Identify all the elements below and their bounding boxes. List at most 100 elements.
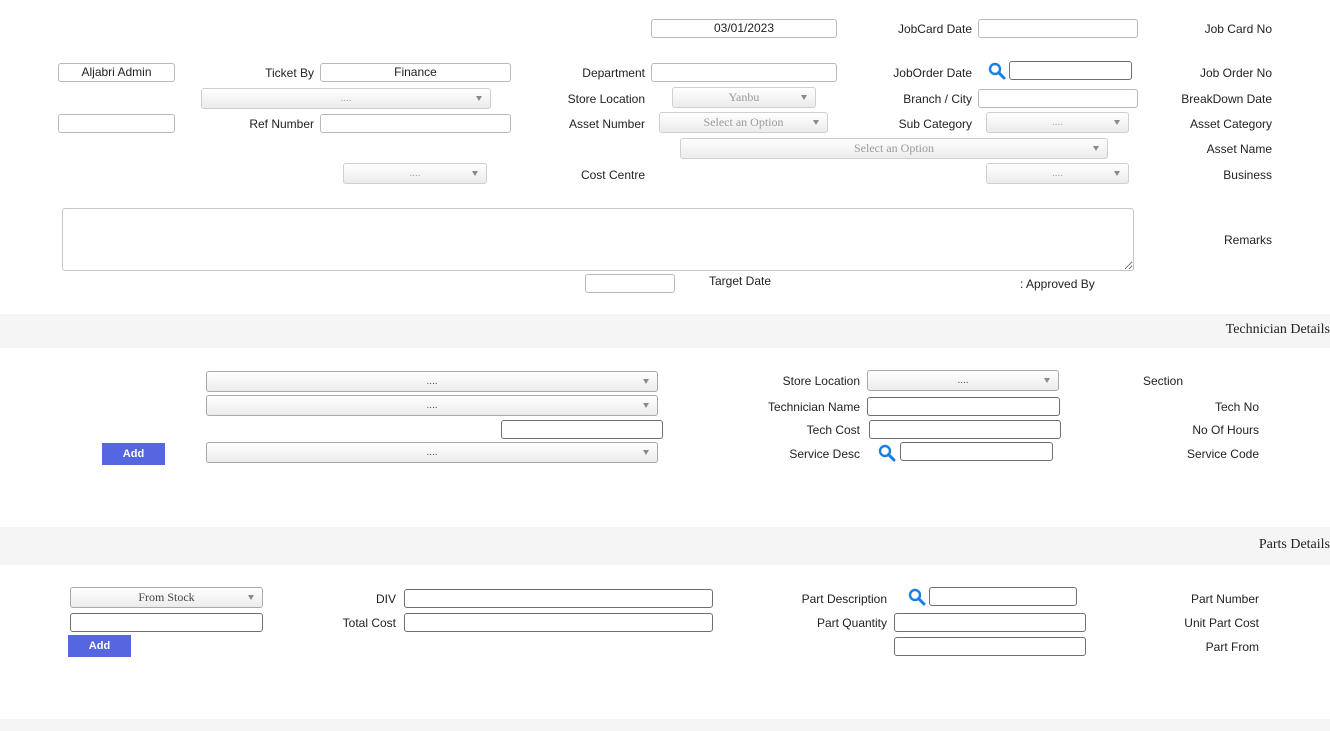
search-icon[interactable]: [908, 588, 926, 606]
asset-name-select[interactable]: Select an Option: [680, 138, 1108, 159]
ref-number-field[interactable]: [58, 114, 175, 133]
job-card-no-field[interactable]: [978, 19, 1138, 38]
branch-city-select[interactable]: Yanbu: [672, 87, 816, 108]
cost-centre-value: ....: [409, 168, 421, 179]
service-desc-label: Service Desc: [789, 447, 860, 461]
service-desc-value: ....: [426, 447, 438, 458]
add-technician-button[interactable]: Add: [102, 443, 165, 465]
chevron-down-icon: [476, 96, 482, 101]
department-label: Department: [582, 66, 645, 80]
technician-name-label: Technician Name: [767, 400, 860, 414]
sub-category-label: Sub Category: [898, 117, 972, 131]
business-select[interactable]: ....: [986, 163, 1129, 184]
sub-category-placeholder: Select an Option: [703, 115, 784, 129]
part-description-field[interactable]: [404, 589, 713, 608]
asset-name-placeholder: Select an Option: [854, 141, 934, 155]
business-value: ....: [1051, 168, 1064, 179]
chevron-down-icon: [643, 379, 649, 384]
target-date-field[interactable]: [585, 274, 675, 293]
chevron-down-icon: [472, 171, 478, 176]
part-from-label: Part From: [1205, 640, 1259, 654]
technician-details-band: Technician Details: [0, 314, 1330, 348]
remarks-textarea[interactable]: [62, 208, 1134, 271]
chevron-down-icon: [643, 403, 649, 408]
business-label: Business: [1223, 168, 1272, 182]
approved-by-label: : Approved By: [1020, 277, 1095, 291]
part-quantity-field[interactable]: [404, 613, 713, 632]
section-select-value: ....: [957, 375, 969, 386]
chevron-down-icon: [643, 450, 649, 455]
chevron-down-icon: [1114, 120, 1120, 125]
job-order-no-label: Job Order No: [1199, 66, 1272, 80]
chevron-down-icon: [813, 120, 819, 125]
chevron-down-icon: [1114, 171, 1120, 176]
branch-city-value: Yanbu: [728, 90, 760, 104]
tech-cost-field[interactable]: [501, 420, 663, 439]
chevron-down-icon: [248, 595, 254, 600]
part-number-label: Part Number: [1190, 592, 1259, 606]
branch-city-label: Branch / City: [903, 92, 972, 106]
ticket-by-field[interactable]: Finance: [320, 63, 511, 82]
department-field[interactable]: [651, 63, 837, 82]
div-label: DIV: [375, 592, 396, 606]
asset-category-value: ....: [1051, 117, 1064, 128]
footer-band: [0, 719, 1330, 731]
part-from-field[interactable]: [894, 637, 1086, 656]
joborder-date-label: JobOrder Date: [893, 66, 972, 80]
total-cost-field[interactable]: [70, 613, 263, 632]
unit-part-cost-field[interactable]: [894, 613, 1086, 632]
store-location-select[interactable]: ....: [201, 88, 491, 109]
tech-store-location-value: ....: [426, 376, 438, 387]
parts-details-title: Parts Details: [1258, 537, 1330, 552]
part-description-label: Part Description: [801, 592, 887, 606]
job-card-no-label: Job Card No: [1204, 22, 1272, 36]
tech-store-location-label: Store Location: [782, 374, 860, 388]
search-icon[interactable]: [878, 444, 896, 462]
cost-centre-label: Cost Centre: [580, 168, 645, 182]
from-stock-select[interactable]: From Stock: [70, 587, 263, 608]
service-code-label: Service Code: [1186, 447, 1259, 461]
part-quantity-label: Part Quantity: [816, 616, 887, 630]
asset-number-label: Asset Number: [568, 117, 645, 131]
service-code-field[interactable]: [900, 442, 1053, 461]
asset-category-select[interactable]: ....: [986, 112, 1129, 133]
ref-number-label: Ref Number: [249, 117, 314, 131]
tech-cost-label: Tech Cost: [806, 423, 860, 437]
service-desc-select[interactable]: ....: [206, 442, 658, 463]
unit-part-cost-label: Unit Part Cost: [1184, 616, 1259, 630]
asset-name-label: Asset Name: [1206, 142, 1272, 156]
add-part-button[interactable]: Add: [68, 635, 131, 657]
jobcard-date-field[interactable]: 03/01/2023: [651, 19, 837, 38]
chevron-down-icon: [1044, 378, 1050, 383]
cost-centre-select[interactable]: ....: [343, 163, 487, 184]
technician-name-select[interactable]: ....: [206, 395, 658, 416]
ticket-by-label: Ticket By: [265, 66, 314, 80]
total-cost-label: Total Cost: [342, 616, 396, 630]
breakdown-date-field[interactable]: [978, 89, 1138, 108]
tech-store-location-select[interactable]: ....: [206, 371, 658, 392]
store-location-value: ....: [340, 93, 352, 104]
part-number-field[interactable]: [929, 587, 1077, 606]
section-select[interactable]: ....: [867, 370, 1059, 391]
technician-details-title: Technician Details: [1225, 322, 1330, 337]
jobcard-date-label: JobCard Date: [897, 22, 972, 36]
tech-no-field[interactable]: [867, 397, 1060, 416]
store-location-label: Store Location: [567, 92, 645, 106]
asset-category-label: Asset Category: [1189, 117, 1272, 131]
section-label: Section: [1143, 374, 1184, 388]
no-of-hours-field[interactable]: [869, 420, 1061, 439]
job-order-no-field[interactable]: [1009, 61, 1132, 80]
breakdown-date-label: BreakDown Date: [1181, 92, 1272, 106]
sub-category-select[interactable]: Select an Option: [659, 112, 828, 133]
tech-no-label: Tech No: [1214, 400, 1259, 414]
user-field[interactable]: Aljabri Admin: [58, 63, 175, 82]
from-stock-value: From Stock: [138, 590, 195, 604]
target-date-label: Target Date: [709, 274, 772, 288]
search-icon[interactable]: [988, 62, 1006, 80]
no-of-hours-label: No Of Hours: [1192, 423, 1259, 437]
technician-name-value: ....: [426, 400, 438, 411]
asset-number-field[interactable]: [320, 114, 511, 133]
parts-details-band: Parts Details: [0, 527, 1330, 565]
chevron-down-icon: [801, 95, 807, 100]
remarks-label: Remarks: [1223, 233, 1272, 247]
